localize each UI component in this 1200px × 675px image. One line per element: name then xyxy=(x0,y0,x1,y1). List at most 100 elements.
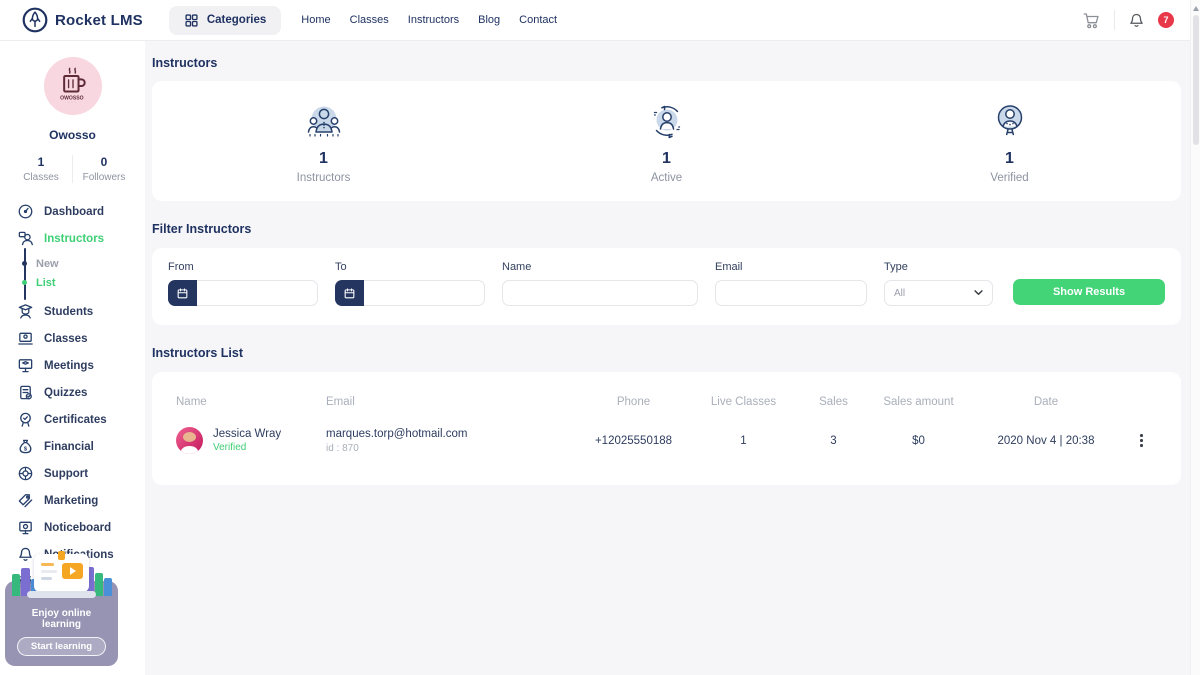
email-input[interactable] xyxy=(715,280,867,306)
stat-instructors: 1 Instructors xyxy=(152,99,495,184)
name-field: Name xyxy=(502,261,698,306)
svg-text:$: $ xyxy=(24,446,28,452)
promo-card: Enjoy online learning Start learning xyxy=(5,552,118,666)
topbar-divider xyxy=(1114,10,1115,30)
sidebar-item-students[interactable]: Students xyxy=(0,298,145,325)
calendar-icon[interactable] xyxy=(335,280,364,306)
sidebar-item-label: Meetings xyxy=(44,360,94,372)
promo-title: Enjoy online learning xyxy=(11,608,112,630)
start-learning-button[interactable]: Start learning xyxy=(17,637,106,656)
sidebar-item-label: Certificates xyxy=(44,414,107,426)
scroll-up-icon[interactable] xyxy=(1193,6,1199,11)
col-sales: Sales xyxy=(796,382,871,423)
col-date: Date xyxy=(966,382,1126,423)
sidebar-item-label: Instructors xyxy=(44,233,104,245)
meetings-icon xyxy=(17,357,34,374)
sidebar-item-label: Support xyxy=(44,468,88,480)
cart-icon[interactable] xyxy=(1082,11,1101,30)
sidebar-item-support[interactable]: Support xyxy=(0,460,145,487)
email-field: Email xyxy=(715,261,867,306)
type-select[interactable]: All xyxy=(884,280,993,306)
kebab-menu-icon[interactable] xyxy=(1126,432,1157,449)
user-avatar[interactable]: 7 xyxy=(1158,12,1174,28)
sidebar-item-label: Financial xyxy=(44,441,94,453)
active-refresh-icon xyxy=(644,99,690,145)
email-label: Email xyxy=(715,261,867,273)
nav-link-home[interactable]: Home xyxy=(301,14,330,26)
stat-label: Instructors xyxy=(297,172,351,184)
sidebar-item-financial[interactable]: $ Financial xyxy=(0,433,145,460)
bullet-icon xyxy=(22,261,27,266)
from-date-input[interactable] xyxy=(197,280,318,306)
mug-logo-icon: OWOSSO · · · · · · xyxy=(55,65,91,107)
name-label: Name xyxy=(502,261,698,273)
instructors-submenu: New List xyxy=(0,252,145,298)
sidebar-item-certificates[interactable]: Certificates xyxy=(0,406,145,433)
scrollbar[interactable] xyxy=(1190,0,1200,675)
quizzes-icon xyxy=(17,384,34,401)
rocket-logo-icon xyxy=(22,7,48,33)
followers-count: 0 xyxy=(73,155,135,169)
instructor-sales-amount: $0 xyxy=(871,423,966,458)
stat-verified: 1 Verified xyxy=(838,99,1181,184)
stat-label: Verified xyxy=(990,172,1028,184)
filter-card: From To xyxy=(152,248,1181,325)
sidebar-menu: Dashboard Instructors New List xyxy=(0,198,145,595)
subitem-label: List xyxy=(36,277,56,289)
nav-link-classes[interactable]: Classes xyxy=(350,14,389,26)
certificates-icon xyxy=(17,411,34,428)
sidebar-item-dashboard[interactable]: Dashboard xyxy=(0,198,145,225)
from-label: From xyxy=(168,261,318,273)
nav-link-blog[interactable]: Blog xyxy=(478,14,500,26)
sidebar-item-label: Noticeboard xyxy=(44,522,111,534)
instructors-group-icon xyxy=(301,99,347,145)
nav-link-instructors[interactable]: Instructors xyxy=(408,14,459,26)
classes-count: 1 xyxy=(10,155,72,169)
table-header-row: Name Email Phone Live Classes Sales Sale… xyxy=(176,382,1157,423)
sidebar-item-noticeboard[interactable]: Noticeboard xyxy=(0,514,145,541)
brand-logo[interactable]: Rocket LMS xyxy=(22,7,143,33)
show-results-button[interactable]: Show Results xyxy=(1013,279,1165,305)
sidebar-item-label: Dashboard xyxy=(44,206,104,218)
sidebar-item-label: Quizzes xyxy=(44,387,87,399)
calendar-icon[interactable] xyxy=(168,280,197,306)
bell-icon[interactable] xyxy=(1128,12,1145,29)
col-live-classes: Live Classes xyxy=(691,382,796,423)
classes-icon xyxy=(17,330,34,347)
promo-illustration xyxy=(5,552,118,602)
name-input[interactable] xyxy=(502,280,698,306)
sidebar-item-meetings[interactable]: Meetings xyxy=(0,352,145,379)
scrollbar-thumb[interactable] xyxy=(1193,15,1199,145)
sidebar-item-marketing[interactable]: Marketing xyxy=(0,487,145,514)
sidebar-item-quizzes[interactable]: Quizzes xyxy=(0,379,145,406)
main-nav: Home Classes Instructors Blog Contact xyxy=(301,14,557,26)
instructors-table-card: Name Email Phone Live Classes Sales Sale… xyxy=(152,372,1181,485)
top-navbar: Rocket LMS Categories Home Classes Instr… xyxy=(0,0,1200,41)
marketing-icon xyxy=(17,492,34,509)
stat-value: 1 xyxy=(662,150,671,168)
categories-button[interactable]: Categories xyxy=(169,6,281,35)
verified-person-icon xyxy=(987,99,1033,145)
instructor-id: id : 870 xyxy=(326,443,576,454)
nav-link-contact[interactable]: Contact xyxy=(519,14,557,26)
profile-avatar[interactable]: OWOSSO · · · · · · xyxy=(44,57,102,115)
to-date-input[interactable] xyxy=(364,280,485,306)
sidebar-subitem-list[interactable]: List xyxy=(0,273,145,292)
sidebar-item-instructors[interactable]: Instructors xyxy=(0,225,145,252)
noticeboard-icon xyxy=(17,519,34,536)
instructors-table: Name Email Phone Live Classes Sales Sale… xyxy=(176,382,1157,458)
stat-value: 1 xyxy=(319,150,328,168)
list-heading: Instructors List xyxy=(152,346,1181,360)
bullet-icon xyxy=(22,280,27,285)
sidebar-item-label: Classes xyxy=(44,333,87,345)
financial-icon: $ xyxy=(17,438,34,455)
sidebar-item-classes[interactable]: Classes xyxy=(0,325,145,352)
type-field: Type All xyxy=(884,261,993,306)
page-title: Instructors xyxy=(152,56,1181,70)
from-field: From xyxy=(168,261,318,306)
sidebar-subitem-new[interactable]: New xyxy=(0,254,145,273)
profile-name: Owosso xyxy=(0,128,145,142)
col-name: Name xyxy=(176,382,326,423)
instructor-name: Jessica Wray xyxy=(213,428,281,440)
stat-value: 1 xyxy=(1005,150,1014,168)
